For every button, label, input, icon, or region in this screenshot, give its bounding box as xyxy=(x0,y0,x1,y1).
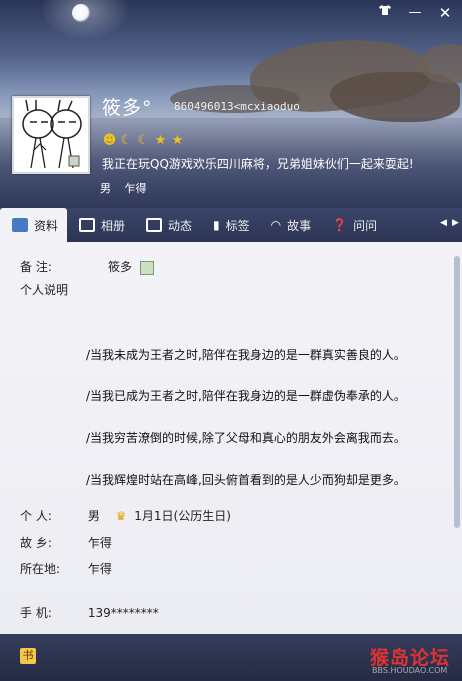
birthday-value: 1月1日(公历生日) xyxy=(134,509,231,523)
tab-wenwen[interactable]: ❓ 问问 xyxy=(320,208,386,242)
tab-bar: 资料 相册 动态 ▮ 标签 ◠ 故事 ❓ 问问 xyxy=(0,208,462,242)
tab-scroll-left-icon[interactable]: ◀ xyxy=(440,218,447,228)
location-label: 所在地: xyxy=(20,562,61,576)
tab-label: 动态 xyxy=(168,218,193,233)
tab-tags[interactable]: ▮ 标签 xyxy=(201,208,259,242)
qq-level-icons[interactable]: ☻ ☾ ☾ ★ ★ xyxy=(102,133,185,149)
qq-number[interactable]: 860496013<mcxiaoduo xyxy=(174,100,300,113)
gender-text: 男 xyxy=(100,182,111,195)
moon-icon xyxy=(72,4,90,22)
tab-feed[interactable]: 动态 xyxy=(134,208,201,242)
tab-label: 标签 xyxy=(225,218,250,233)
phone-row: 手 机: 139******** xyxy=(20,604,159,621)
tab-label: 资料 xyxy=(34,218,59,233)
tab-story[interactable]: ◠ 故事 xyxy=(259,208,321,242)
basic-info: 男 乍得 xyxy=(100,180,157,196)
tab-label: 相册 xyxy=(101,218,126,233)
profile-details: 备 注: 筱多 个人说明 /当我未成为王者之时,陪伴在我身边的是一群真实善良的人… xyxy=(0,242,462,634)
question-icon: ❓ xyxy=(332,218,348,232)
tab-label: 故事 xyxy=(287,218,312,233)
location-text: 乍得 xyxy=(124,182,147,195)
hometown-value: 乍得 xyxy=(87,536,112,550)
sun-icon: ☻ xyxy=(102,133,117,148)
crown-icon: ♛ xyxy=(115,509,127,523)
location-row: 所在地: 乍得 xyxy=(20,560,112,577)
photo-icon xyxy=(79,218,96,232)
nickname: 筱多° xyxy=(102,97,153,119)
minimize-button[interactable]: — xyxy=(404,4,426,22)
avatar[interactable] xyxy=(12,96,90,174)
skin-button[interactable] xyxy=(374,4,396,22)
desc-line: /当我辉煌时站在高峰,回头俯首看到的是人少而狗却是更多。 xyxy=(86,473,406,487)
personal-row: 个 人: 男 ♛ 1月1日(公历生日) xyxy=(20,507,231,524)
tab-label: 问问 xyxy=(353,218,378,233)
tab-scroll-right-icon[interactable]: ▶ xyxy=(452,218,459,228)
edit-icon[interactable] xyxy=(139,260,154,275)
star-icon: ★ xyxy=(154,133,167,148)
hometown-row: 故 乡: 乍得 xyxy=(20,534,112,551)
personal-gender: 男 xyxy=(87,509,100,523)
star-icon: ★ xyxy=(171,133,184,148)
desc-line: /当我已成为王者之时,陪伴在我身边的是一群虚伪奉承的人。 xyxy=(86,389,406,403)
book-icon[interactable]: 书 xyxy=(20,648,36,664)
remark-label: 备 注: xyxy=(20,260,52,274)
tab-album[interactable]: 相册 xyxy=(67,208,134,242)
remark-field[interactable]: 筱多 xyxy=(108,258,154,275)
phone-label: 手 机: xyxy=(20,606,52,620)
hometown-label: 故 乡: xyxy=(20,536,52,550)
profile-window: — ✕ 筱多° 860496013<mcxiaoduo ☻ ☾ ☾ ★ ★ 我正… xyxy=(0,0,462,681)
remark-value: 筱多 xyxy=(108,260,133,274)
location-value: 乍得 xyxy=(87,562,112,576)
desc-line: /当我未成为王者之时,陪伴在我身边的是一群真实善良的人。 xyxy=(86,348,406,362)
desc-line: /当我穷苦潦倒的时候,除了父母和真心的朋友外会离我而去。 xyxy=(86,431,406,445)
list-icon xyxy=(146,218,163,232)
profile-header: — ✕ 筱多° 860496013<mcxiaoduo ☻ ☾ ☾ ★ ★ 我正… xyxy=(0,0,462,208)
tab-profile[interactable]: 资料 xyxy=(0,208,68,242)
scrollbar[interactable] xyxy=(454,256,460,528)
card-icon xyxy=(12,218,28,232)
shirt-icon xyxy=(379,5,391,15)
avatar-image xyxy=(14,98,88,172)
personal-desc-label: 个人说明 xyxy=(20,283,69,297)
phone-value: 139******** xyxy=(87,606,159,620)
watermark-url: BBS.HOUDAO.COM xyxy=(372,666,448,675)
wave-icon: ◠ xyxy=(270,218,282,232)
moon-icon: ☾ xyxy=(137,133,150,148)
signature-text[interactable]: 我正在玩QQ游戏欢乐四川麻将，兄弟姐妹伙们一起来耍起! xyxy=(102,155,414,172)
close-button[interactable]: ✕ xyxy=(434,4,456,22)
moon-icon: ☾ xyxy=(120,133,133,148)
personal-label: 个 人: xyxy=(20,509,52,523)
bookmark-icon: ▮ xyxy=(213,218,220,232)
